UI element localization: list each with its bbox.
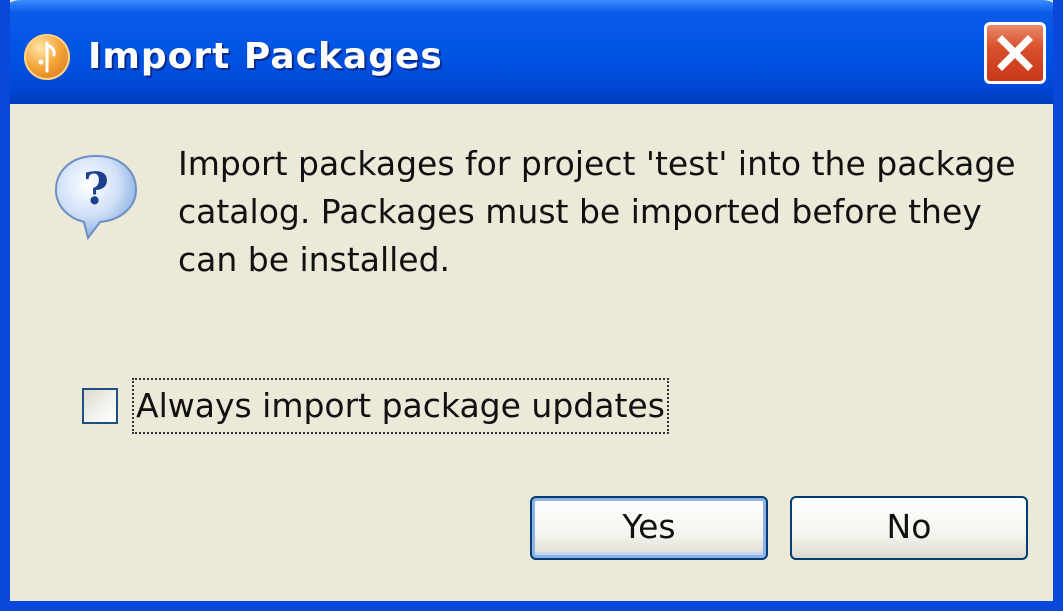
message-line: catalog. Packages must be imported befor… <box>178 192 982 231</box>
window-title: Import Packages <box>88 36 443 77</box>
dialog-message: Import packages for project 'test' into … <box>178 140 1038 284</box>
message-line: Import packages for project 'test' into … <box>178 144 1016 183</box>
question-mark-icon: ? <box>54 154 138 241</box>
dialog-window: Import Packages ? Import packages for pr… <box>0 0 1063 611</box>
close-x-icon <box>997 35 1033 71</box>
yes-button[interactable]: Yes <box>530 496 768 560</box>
title-bar[interactable]: Import Packages <box>10 0 1053 104</box>
no-button[interactable]: No <box>790 496 1028 560</box>
always-import-checkbox[interactable] <box>82 388 118 424</box>
svg-text:?: ? <box>83 164 109 215</box>
close-button[interactable] <box>984 22 1046 84</box>
app-orb-icon <box>24 34 70 80</box>
message-line: can be installed. <box>178 240 451 279</box>
always-import-checkbox-label[interactable]: Always import package updates <box>132 378 669 434</box>
